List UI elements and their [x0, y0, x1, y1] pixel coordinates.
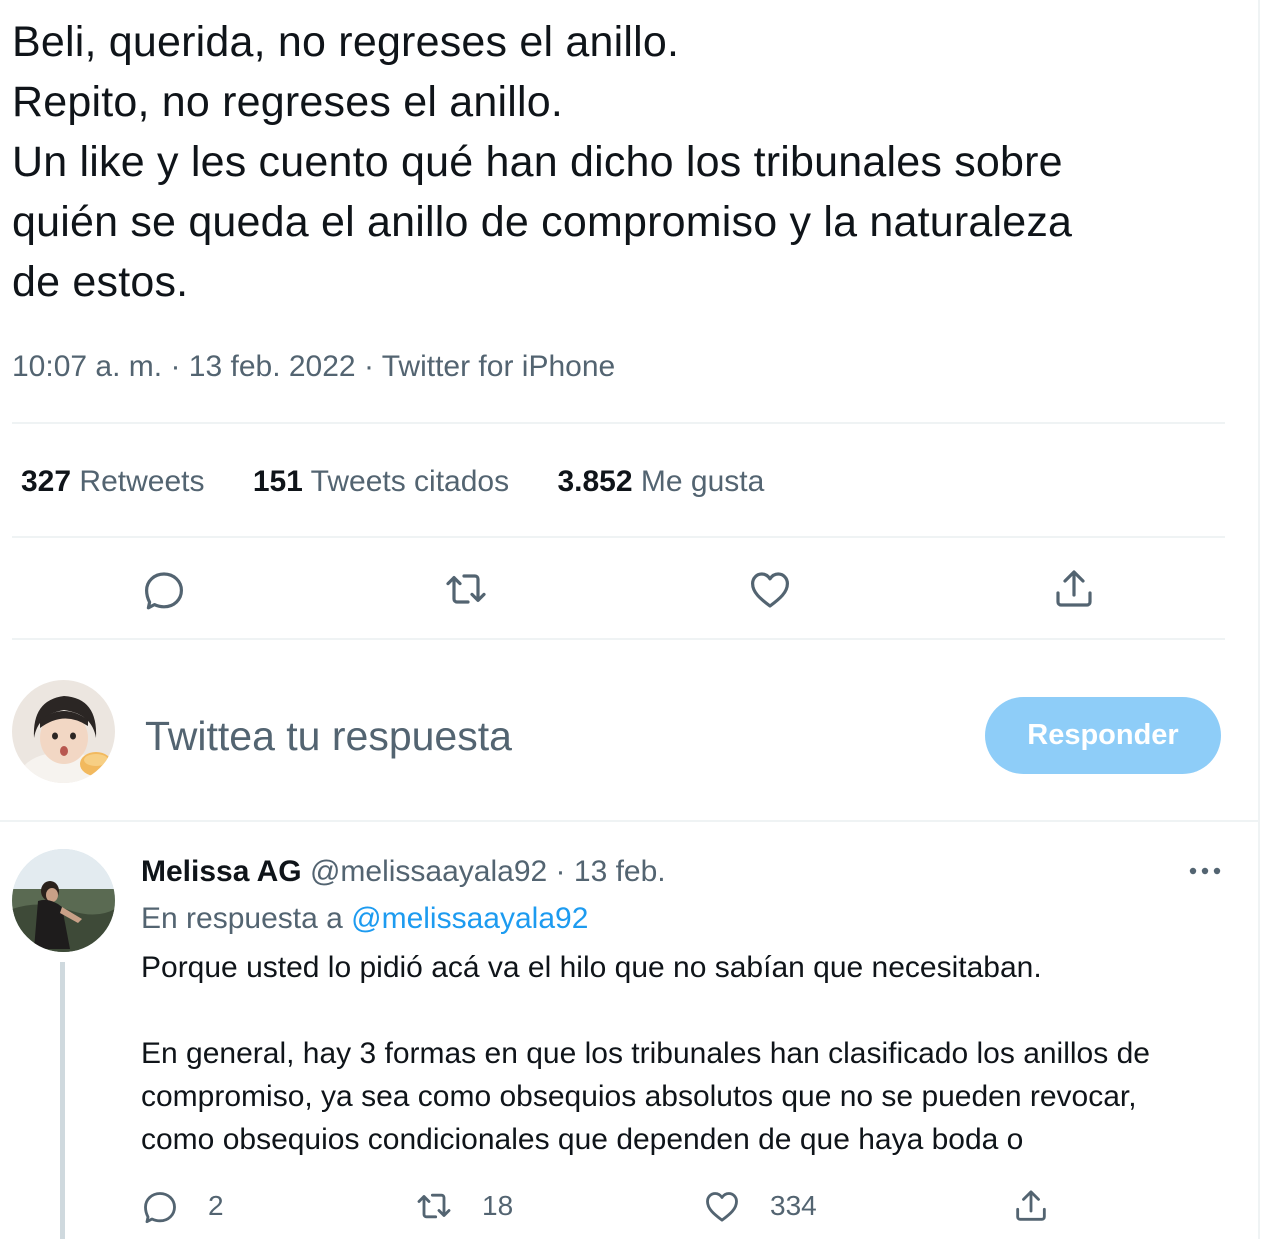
user-avatar[interactable] — [12, 680, 115, 783]
reply-button[interactable] — [140, 565, 188, 613]
reply-text: Porque usted lo pidió acá va el hilo que… — [141, 946, 1231, 1161]
replying-to-label: En respuesta a — [141, 902, 343, 935]
likes-label: Me gusta — [640, 465, 765, 498]
tweet-stats: 327 Retweets 151 Tweets citados 3.852 Me… — [21, 462, 804, 502]
tweet-text-line: Un like y les cuento qué han dicho los t… — [12, 138, 1063, 186]
tweet-time[interactable]: 10:07 a. m. — [12, 350, 162, 383]
meta-separator: · — [170, 350, 181, 383]
reply-like-button[interactable]: 334 — [702, 1183, 817, 1229]
reply-input[interactable]: Twittea tu respuesta — [145, 712, 512, 760]
thread-line — [60, 962, 65, 1239]
tweet-date[interactable]: 13 feb. 2022 — [189, 350, 356, 383]
reply-text-line: En general, hay 3 formas en que los trib… — [141, 1037, 1150, 1070]
more-options-button[interactable] — [1185, 855, 1225, 887]
retweet-button[interactable] — [442, 565, 490, 613]
reply-date[interactable]: 13 feb. — [574, 855, 666, 888]
reply-icon — [145, 572, 183, 610]
quote-tweets-count: 151 — [252, 465, 303, 498]
meta-separator: · — [555, 855, 566, 888]
avatar-image — [12, 849, 115, 952]
likes-count: 3.852 — [557, 465, 633, 498]
like-icon — [751, 572, 789, 608]
retweet-icon — [417, 1193, 451, 1219]
divider — [12, 422, 1225, 424]
replying-to-mention[interactable]: @melissaayala92 — [351, 902, 588, 935]
like-icon — [706, 1192, 738, 1222]
reply-share-button[interactable] — [1011, 1183, 1051, 1229]
reply-author-handle[interactable]: @melissaayala92 — [310, 855, 547, 888]
divider — [12, 536, 1225, 538]
column-border — [1258, 0, 1260, 1239]
tweet-text: Beli, querida, no regreses el anillo. Re… — [12, 12, 1227, 312]
replying-to: En respuesta a @melissaayala92 — [141, 900, 588, 938]
respond-button[interactable]: Responder — [985, 697, 1221, 774]
tweet-meta: 10:07 a. m. · 13 feb. 2022 · Twitter for… — [12, 347, 615, 387]
quote-tweets-label: Tweets citados — [310, 465, 510, 498]
tweet-text-line: Repito, no regreses el anillo. — [12, 78, 563, 126]
divider — [0, 820, 1258, 822]
likes-stat[interactable]: 3.852 Me gusta — [557, 462, 764, 502]
tweet-text-line: Beli, querida, no regreses el anillo. — [12, 18, 680, 66]
reply-count: 2 — [208, 1190, 224, 1221]
retweet-count: 18 — [482, 1190, 514, 1221]
retweets-label: Retweets — [79, 465, 205, 498]
share-button[interactable] — [1050, 565, 1098, 613]
more-icon — [1189, 867, 1221, 875]
meta-separator: · — [363, 350, 374, 383]
reply-retweet-button[interactable]: 18 — [414, 1183, 513, 1229]
share-icon — [1016, 1190, 1046, 1221]
avatar-image — [12, 680, 115, 783]
tweet-text-line: de estos. — [12, 258, 189, 306]
share-icon — [1056, 570, 1092, 607]
reply-text-line: compromiso, ya sea como obsequios absolu… — [141, 1080, 1137, 1113]
like-button[interactable] — [746, 565, 794, 613]
reply-icon — [144, 1192, 176, 1224]
reply-author-avatar[interactable] — [12, 849, 115, 952]
quote-tweets-stat[interactable]: 151 Tweets citados — [253, 462, 509, 502]
retweets-stat[interactable]: 327 Retweets — [21, 462, 204, 502]
reply-text-line: como obsequios condicionales que depende… — [141, 1123, 1024, 1156]
reply-author-line: Melissa AG @melissaayala92 · 13 feb. — [141, 853, 666, 891]
divider — [12, 638, 1225, 640]
reply-reply-button[interactable]: 2 — [140, 1183, 224, 1229]
tweet-source[interactable]: Twitter for iPhone — [382, 350, 615, 383]
like-count: 334 — [770, 1190, 817, 1221]
retweets-count: 327 — [21, 465, 72, 498]
reply-paragraph: Porque usted lo pidió acá va el hilo que… — [141, 951, 1042, 984]
retweet-icon — [446, 574, 486, 604]
reply-author-name[interactable]: Melissa AG — [141, 855, 302, 888]
tweet-text-line: quién se queda el anillo de compromiso y… — [12, 198, 1073, 246]
